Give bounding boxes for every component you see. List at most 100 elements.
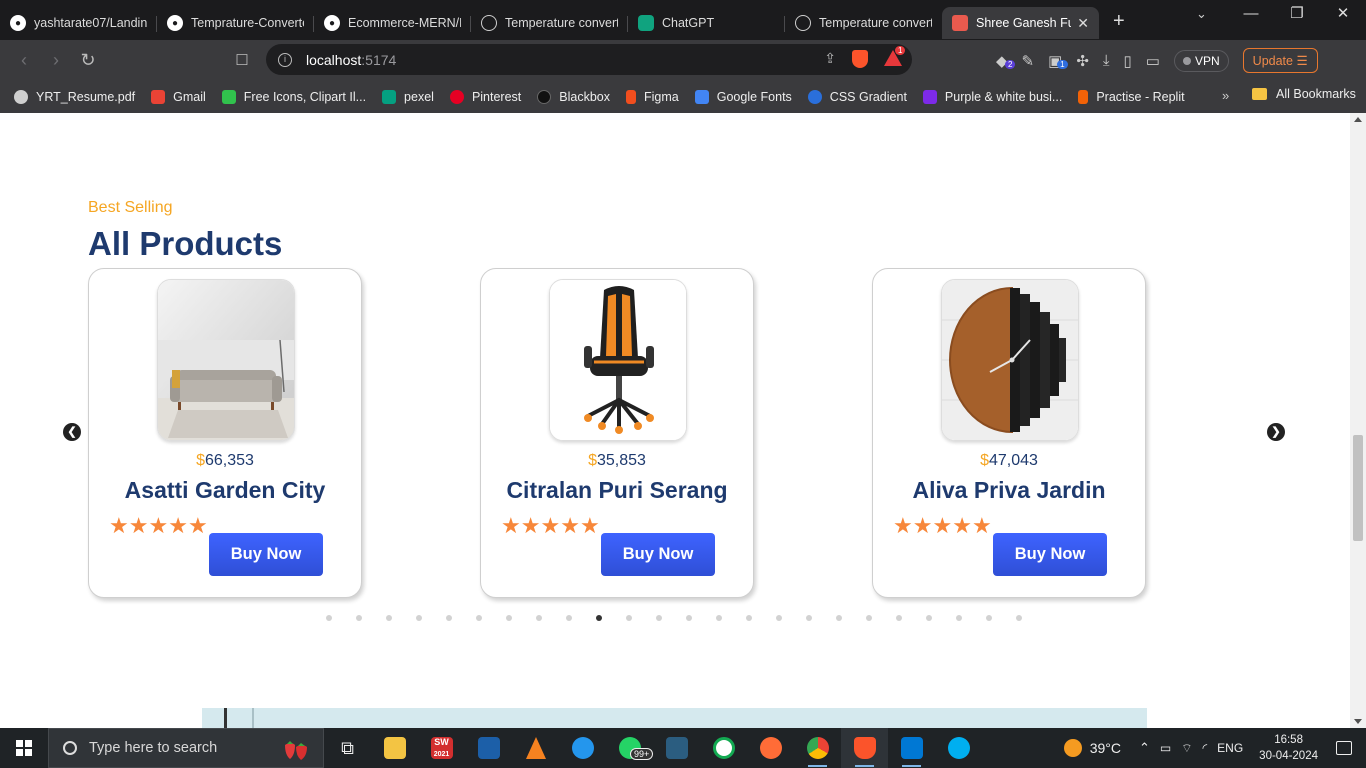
buy-now-button[interactable]: Buy Now: [601, 533, 715, 576]
download-icon[interactable]: ⤓: [1103, 52, 1110, 69]
tab-chatgpt[interactable]: ChatGPT: [628, 7, 785, 39]
battery-icon[interactable]: ▭: [1160, 741, 1171, 755]
bookmark-google-fonts[interactable]: Google Fonts: [694, 89, 792, 104]
buy-now-button[interactable]: Buy Now: [209, 533, 323, 576]
carousel-dot[interactable]: [866, 615, 872, 621]
vlc-icon[interactable]: [512, 728, 559, 768]
docker-icon[interactable]: [559, 728, 606, 768]
bookmark-gmail[interactable]: Gmail: [151, 89, 206, 104]
carousel-dot[interactable]: [446, 615, 452, 621]
carousel-dot[interactable]: [1016, 615, 1022, 621]
carousel-dot[interactable]: [386, 615, 392, 621]
carousel-dot[interactable]: [836, 615, 842, 621]
carousel-dot[interactable]: [416, 615, 422, 621]
carousel-dot[interactable]: [746, 615, 752, 621]
share-icon[interactable]: ⇪: [824, 50, 836, 68]
tab-temperature-converter-2[interactable]: Temperature convert: [785, 7, 942, 39]
system-clock[interactable]: 16:58 30-04-2024: [1259, 732, 1318, 764]
tab-ecommerce-repo[interactable]: ● Ecommerce-MERN/R: [314, 7, 471, 39]
weather-widget[interactable]: 39°C: [1063, 739, 1121, 757]
bookmark-pexel[interactable]: pexel: [382, 89, 434, 104]
carousel-dot[interactable]: [686, 615, 692, 621]
wallet-icon[interactable]: ▭: [1146, 52, 1160, 70]
bookmark-resume[interactable]: YRT_Resume.pdf: [14, 89, 135, 104]
forward-button[interactable]: ›: [40, 50, 72, 71]
mongodb-compass-icon[interactable]: [700, 728, 747, 768]
postman-icon[interactable]: [747, 728, 794, 768]
reload-button[interactable]: ↻: [72, 50, 104, 71]
carousel-dot[interactable]: [716, 615, 722, 621]
carousel-dot[interactable]: [596, 615, 602, 621]
tab-shree-ganesh[interactable]: Shree Ganesh Fu ✕: [942, 7, 1099, 39]
bookmark-free-icons[interactable]: Free Icons, Clipart Il...: [221, 89, 366, 104]
page-scrollbar[interactable]: [1350, 113, 1366, 728]
mysql-workbench-icon[interactable]: [653, 728, 700, 768]
bookmark-replit[interactable]: Practise - Replit: [1078, 89, 1185, 104]
carousel-prev-button[interactable]: ❮: [63, 423, 81, 441]
carousel-dot[interactable]: [986, 615, 992, 621]
carousel-dot[interactable]: [626, 615, 632, 621]
vscode-icon[interactable]: [888, 728, 935, 768]
more-bookmarks-icon[interactable]: »: [1222, 88, 1229, 103]
carousel-dot[interactable]: [776, 615, 782, 621]
whatsapp-icon[interactable]: 99+: [606, 728, 654, 768]
extensions-puzzle-icon[interactable]: ✣: [1076, 52, 1089, 70]
notification-icon[interactable]: [1336, 741, 1352, 755]
close-window-button[interactable]: ✕: [1320, 0, 1366, 28]
vpn-button[interactable]: VPN: [1173, 49, 1229, 72]
bookmark-figma[interactable]: Figma: [626, 89, 679, 104]
minimize-button[interactable]: —: [1228, 0, 1274, 28]
carousel-dot[interactable]: [326, 615, 332, 621]
language-indicator[interactable]: ENG: [1217, 741, 1243, 755]
sidebar-icon[interactable]: ▯: [1124, 52, 1132, 70]
tab-landing[interactable]: ● yashtarate07/Landing: [0, 7, 157, 39]
update-button[interactable]: Update ☰: [1242, 48, 1318, 73]
network-icon[interactable]: ⌔: [1181, 741, 1192, 756]
new-tab-button[interactable]: +: [1113, 10, 1125, 33]
carousel-dot[interactable]: [536, 615, 542, 621]
brave-browser-icon[interactable]: [841, 728, 888, 768]
close-tab-icon[interactable]: ✕: [1077, 15, 1089, 32]
file-explorer-icon[interactable]: [371, 728, 418, 768]
site-info-icon[interactable]: i: [278, 52, 292, 67]
buy-now-button[interactable]: Buy Now: [993, 533, 1107, 576]
carousel-dot[interactable]: [506, 615, 512, 621]
carousel-dot[interactable]: [566, 615, 572, 621]
bookmark-page-icon[interactable]: ☐: [226, 51, 258, 69]
carousel-dot[interactable]: [656, 615, 662, 621]
all-bookmarks-folder[interactable]: All Bookmarks: [1252, 87, 1356, 101]
carousel-dot[interactable]: [926, 615, 932, 621]
back-button[interactable]: ‹: [8, 50, 40, 71]
brave-shields-icon[interactable]: [852, 50, 868, 68]
extension-icon[interactable]: ◆ 2: [996, 52, 1016, 70]
chrome-icon[interactable]: [794, 728, 841, 768]
virtualbox-icon[interactable]: [465, 728, 512, 768]
solidworks-icon[interactable]: SW 2021: [418, 728, 465, 768]
tab-search-icon[interactable]: ⌄: [1196, 6, 1207, 22]
show-hidden-icons[interactable]: ⌃: [1139, 740, 1150, 756]
bookmark-pinterest[interactable]: Pinterest: [449, 89, 521, 104]
brave-rewards-icon[interactable]: 1: [884, 46, 906, 66]
task-view-icon[interactable]: ⧉: [324, 728, 371, 768]
bookmark-css-gradient[interactable]: CSS Gradient: [807, 89, 907, 104]
bookmark-blackbox[interactable]: Blackbox: [537, 89, 610, 104]
eyedropper-icon[interactable]: ✎: [1022, 52, 1035, 70]
start-button[interactable]: [0, 728, 48, 768]
carousel-dot[interactable]: [896, 615, 902, 621]
taskbar-search[interactable]: Type here to search: [48, 728, 324, 768]
tab-temperature-converter-repo[interactable]: ● Temprature-Converte: [157, 7, 314, 39]
wifi-icon[interactable]: ◜: [1203, 741, 1208, 755]
scroll-down-icon[interactable]: [1354, 719, 1362, 724]
skype-icon[interactable]: [935, 728, 982, 768]
bookmark-canva[interactable]: Purple & white busi...: [922, 89, 1062, 104]
extension-2-icon[interactable]: ▣ 1: [1048, 52, 1068, 70]
address-bar[interactable]: i localhost:5174 ⇪ 1: [266, 44, 912, 75]
restore-button[interactable]: ❐: [1274, 0, 1320, 28]
scroll-thumb[interactable]: [1353, 435, 1363, 541]
carousel-dot[interactable]: [476, 615, 482, 621]
carousel-dot[interactable]: [806, 615, 812, 621]
tab-temperature-converter[interactable]: Temperature convert: [471, 7, 628, 39]
carousel-next-button[interactable]: ❯: [1267, 423, 1285, 441]
carousel-dot[interactable]: [356, 615, 362, 621]
scroll-up-icon[interactable]: [1354, 117, 1362, 122]
